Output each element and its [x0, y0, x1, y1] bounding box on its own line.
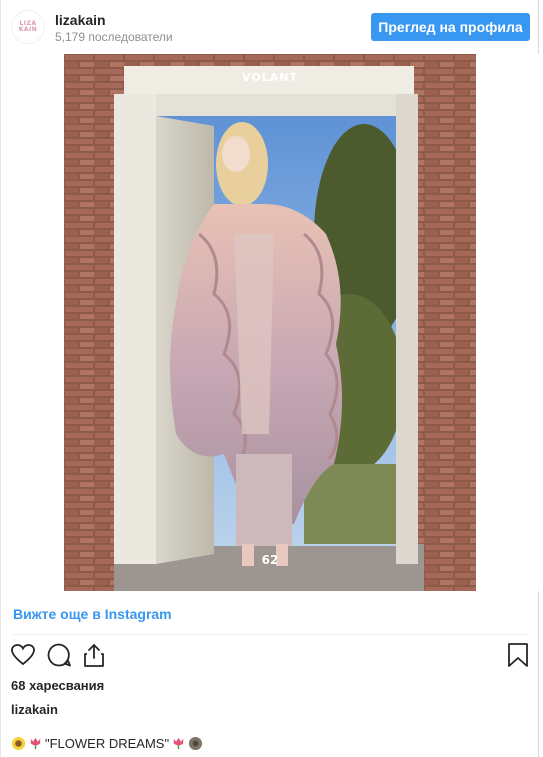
like-count[interactable]: 68 харесвания: [11, 678, 104, 693]
follower-count: 5,179 последователи: [55, 30, 173, 44]
tulip-icon: [173, 737, 184, 750]
caption: "FLOWER DREAMS": [11, 736, 203, 751]
post-image-area[interactable]: VOLANT 62: [1, 54, 540, 591]
view-more-on-instagram-link[interactable]: Вижте още в Instagram: [13, 606, 172, 622]
tulip-icon: [30, 737, 41, 750]
username[interactable]: lizakain: [55, 12, 106, 28]
divider: [13, 634, 528, 635]
share-icon[interactable]: [81, 642, 109, 670]
caption-username[interactable]: lizakain: [11, 702, 58, 717]
post-header: LIZA KAIN lizakain 5,179 последователи П…: [1, 0, 540, 54]
comment-icon[interactable]: [46, 642, 74, 670]
instagram-embed-card: LIZA KAIN lizakain 5,179 последователи П…: [0, 0, 540, 757]
bookmark-icon[interactable]: [505, 642, 533, 670]
avatar[interactable]: LIZA KAIN: [11, 10, 45, 44]
heart-icon[interactable]: [10, 642, 38, 670]
view-profile-button[interactable]: Преглед на профила: [371, 13, 530, 41]
action-bar: [1, 642, 540, 672]
magazine-title: VOLANT: [242, 71, 298, 84]
sunflower-icon: [11, 736, 26, 751]
page-number: 62: [262, 553, 279, 567]
wilted-flower-icon: [189, 736, 203, 751]
avatar-text-bottom: KAIN: [18, 26, 38, 33]
caption-text: "FLOWER DREAMS": [45, 736, 170, 751]
post-photo[interactable]: VOLANT 62: [64, 54, 476, 591]
